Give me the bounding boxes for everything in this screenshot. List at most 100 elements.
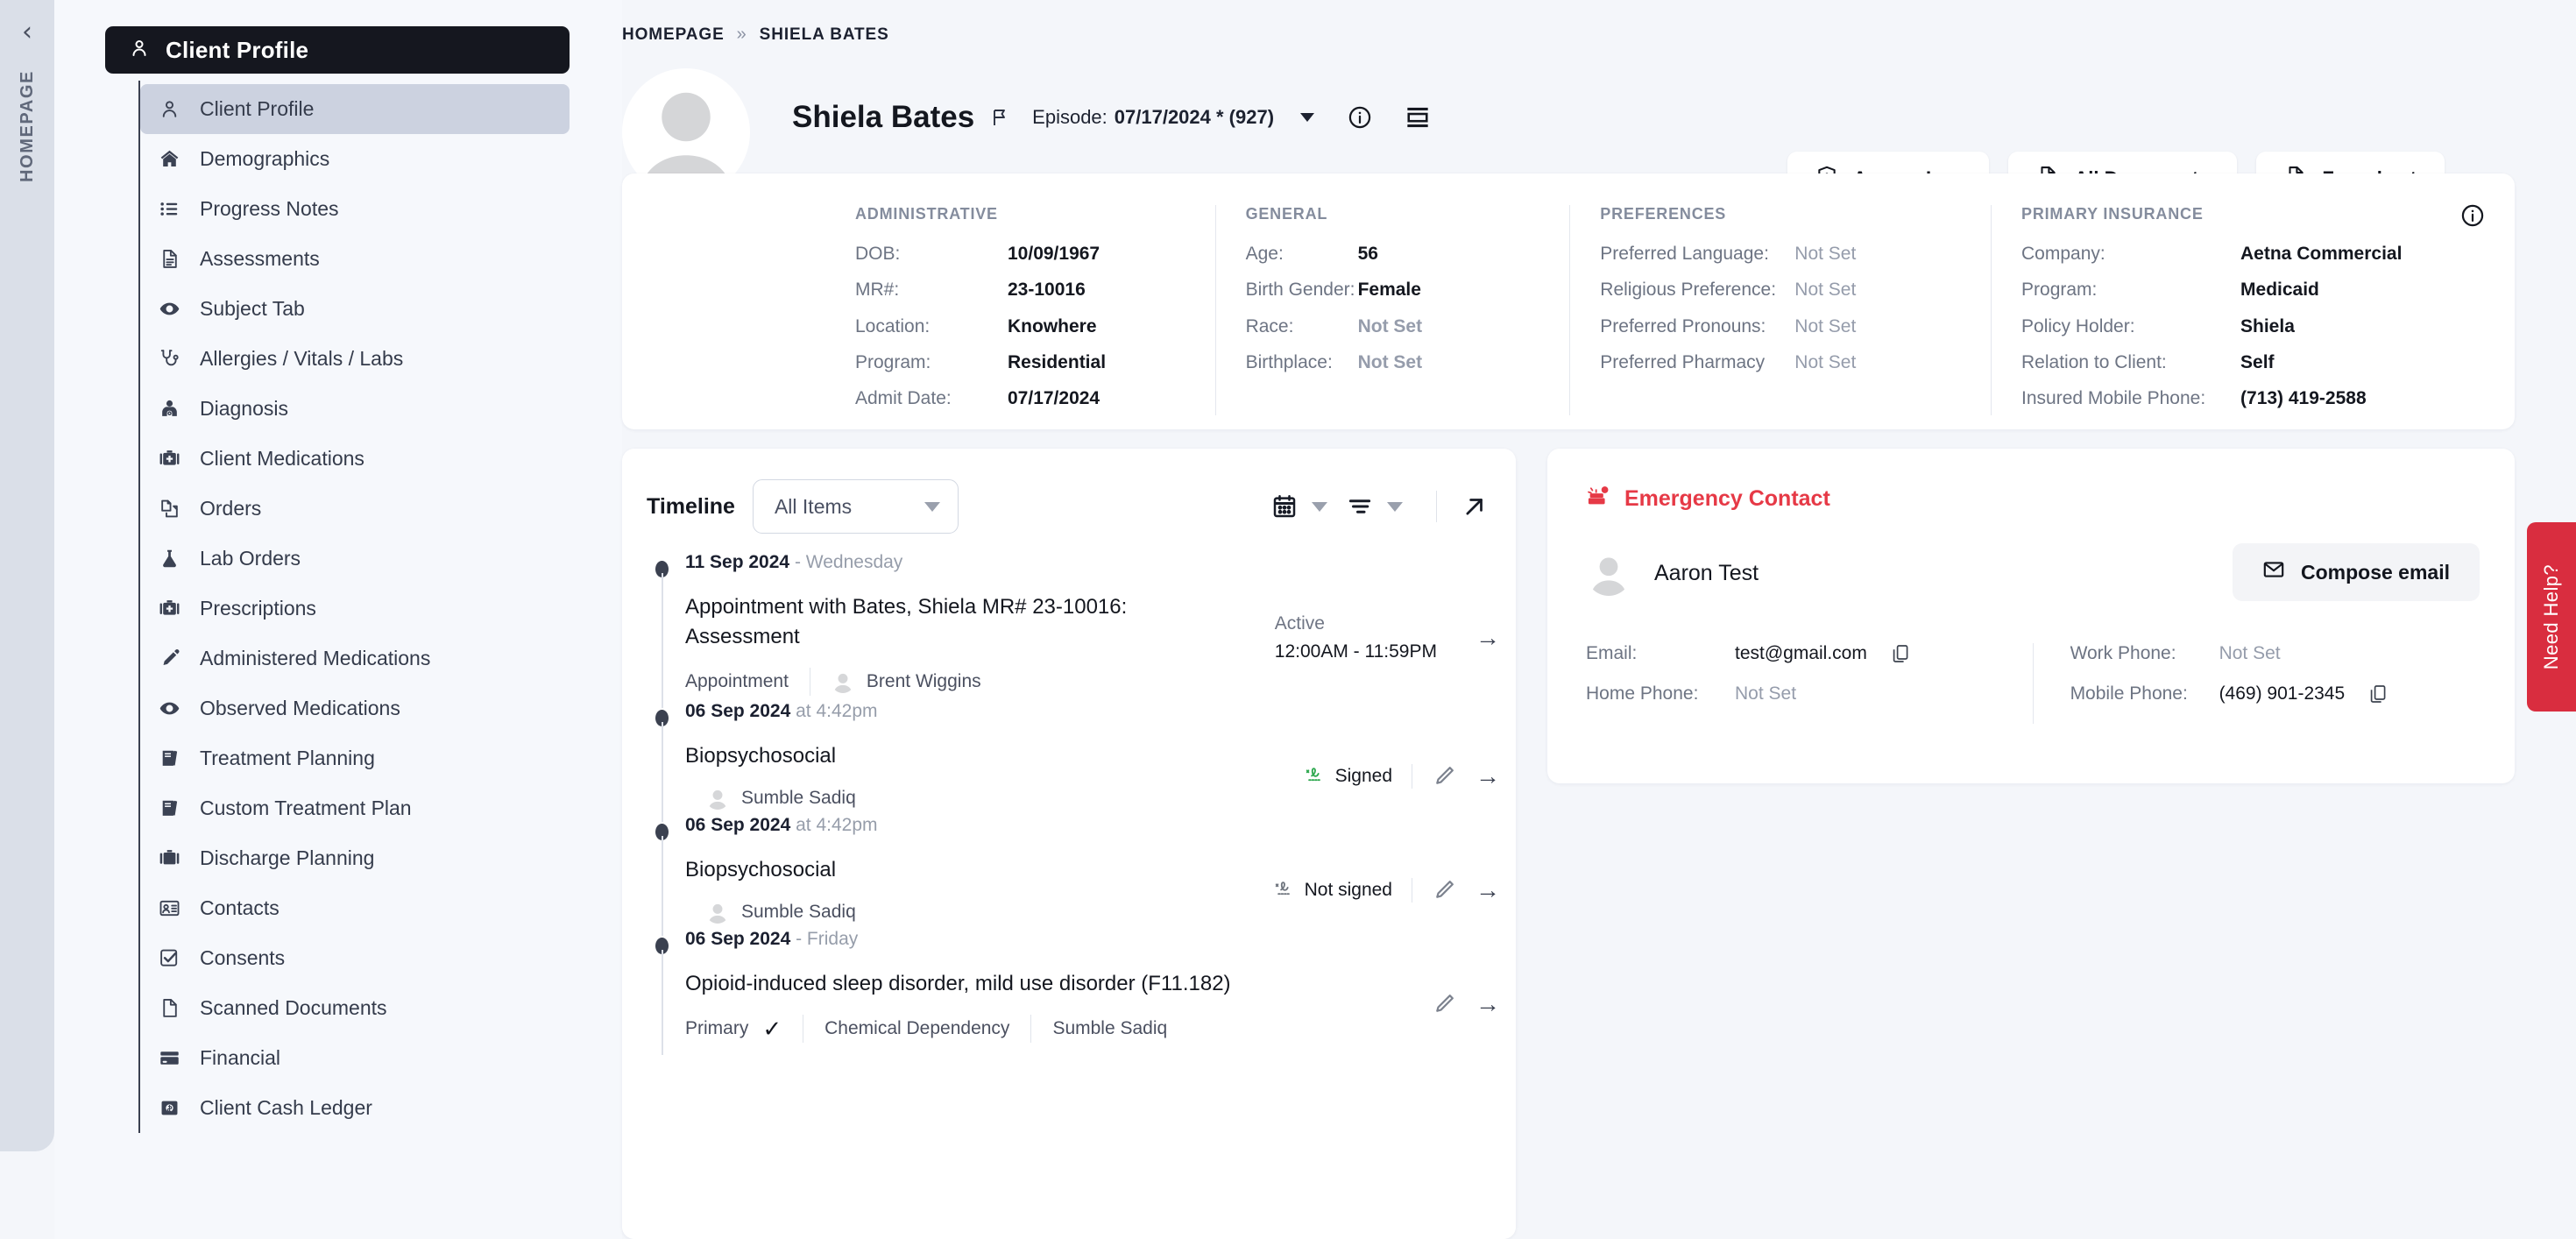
timeline-title: Timeline	[647, 493, 735, 519]
sidebar-item-financial[interactable]: Financial	[140, 1033, 570, 1083]
copy-icon[interactable]	[1890, 643, 1911, 664]
page-title: Shiela Bates	[792, 100, 975, 134]
sidebar-item-client-profile[interactable]: Client Profile	[140, 84, 570, 134]
timeline-person: Sumble Sadiq	[685, 787, 856, 811]
copy-documents-icon	[158, 498, 180, 520]
timeline-item[interactable]: 06 Sep 2024 at 4:42pm Biopsychosocial Sumb…	[647, 701, 1500, 823]
info-column-title: GENERAL	[1245, 205, 1328, 223]
sidebar-item-progress-notes[interactable]: Progress Notes	[140, 184, 570, 234]
flag-icon[interactable]	[990, 106, 1011, 129]
medical-bag-icon	[158, 598, 180, 620]
sidebar-item-label: Orders	[200, 497, 262, 520]
timeline-item[interactable]: 06 Sep 2024 at 4:42pm Biopsychosocial Sumb…	[647, 815, 1500, 937]
sidebar-item-scanned-documents[interactable]: Scanned Documents	[140, 983, 570, 1033]
syringe-icon	[158, 648, 180, 670]
sidebar-item-discharge-planning[interactable]: Discharge Planning	[140, 833, 570, 883]
info-row: Age: 56	[1246, 243, 1570, 266]
episode-value: 07/17/2024 * (927)	[1114, 106, 1275, 128]
need-help-tab[interactable]: Need Help?	[2527, 522, 2576, 712]
timeline-subject: Biopsychosocial	[685, 858, 837, 882]
sidebar-item-label: Observed Medications	[200, 697, 400, 719]
chevron-left-icon[interactable]: ‹	[22, 19, 32, 46]
episode-selector[interactable]: Episode: 07/17/2024 * (927)	[1032, 106, 1274, 129]
breadcrumb: HOMEPAGE » SHIELA BATES	[622, 25, 889, 45]
open-arrow-icon[interactable]: →	[1476, 876, 1500, 904]
sidebar-item-client-medications[interactable]: Client Medications	[140, 434, 570, 484]
sidebar-item-demographics[interactable]: Demographics	[140, 134, 570, 184]
book-icon	[158, 747, 180, 770]
info-value: 07/17/2024	[1008, 388, 1100, 408]
timeline-item[interactable]: 11 Sep 2024 - Wednesday Appointment with …	[647, 552, 1500, 709]
sidebar-item-diagnosis[interactable]: Diagnosis	[140, 384, 570, 434]
info-row: Race: Not Set	[1246, 315, 1570, 338]
need-help-label: Need Help?	[2540, 563, 2562, 670]
timeline-chip: Appointment	[685, 671, 789, 692]
timeline-main: Biopsychosocial Sumble Sadiq	[685, 855, 1273, 924]
sidebar-item-label: Diagnosis	[200, 397, 288, 420]
sidebar-item-allergies-vitals-labs[interactable]: Allergies / Vitals / Labs	[140, 334, 570, 384]
info-value: Not Set	[1794, 315, 1857, 336]
calendar-dropdown-caret-icon[interactable]	[1312, 501, 1327, 512]
filter-dropdown-caret-icon[interactable]	[1387, 501, 1403, 512]
info-column-title: PRIMARY INSURANCE	[2021, 205, 2204, 223]
sidebar-item-prescriptions[interactable]: Prescriptions	[140, 584, 570, 634]
sidebar-item-orders[interactable]: Orders	[140, 484, 570, 534]
sidebar-item-label: Financial	[200, 1046, 281, 1069]
calendar-icon[interactable]	[1266, 493, 1303, 520]
info-value: Knowhere	[1008, 315, 1097, 336]
copy-icon[interactable]	[2367, 683, 2388, 704]
home-icon	[158, 148, 180, 171]
caret-down-icon[interactable]	[1300, 113, 1315, 122]
rail-homepage-label[interactable]: HOMEPAGE	[18, 70, 38, 182]
info-key: Race:	[1245, 315, 1294, 336]
sidebar-item-client-cash-ledger[interactable]: Client Cash Ledger	[140, 1083, 570, 1133]
timeline-person: Brent Wiggins	[810, 670, 981, 694]
sidebar-item-lab-orders[interactable]: Lab Orders	[140, 534, 570, 584]
open-arrow-icon[interactable]: →	[1476, 762, 1500, 790]
sidebar-item-consents[interactable]: Consents	[140, 933, 570, 983]
info-row: Preferred Language: Not Set	[1600, 243, 1991, 266]
breadcrumb-home[interactable]: HOMEPAGE	[622, 25, 725, 45]
id-card-icon	[158, 897, 180, 920]
info-circle-icon[interactable]	[1348, 105, 1372, 130]
expand-arrow-icon[interactable]	[1456, 493, 1493, 520]
medical-bag-icon	[158, 448, 180, 471]
sidebar-item-treatment-planning[interactable]: Treatment Planning	[140, 733, 570, 783]
edit-pencil-icon[interactable]	[1412, 992, 1456, 1016]
insurance-info-icon[interactable]	[2460, 203, 2485, 232]
sidebar-item-observed-medications[interactable]: Observed Medications	[140, 683, 570, 733]
edit-pencil-icon[interactable]	[1412, 878, 1456, 903]
timeline-filter-select[interactable]: All Items	[752, 479, 959, 534]
info-value: 56	[1357, 244, 1378, 264]
info-row: DOB: 10/09/1967	[855, 243, 1215, 266]
sidebar-item-assessments[interactable]: Assessments	[140, 234, 570, 284]
timeline-actions: Not signed →	[1273, 855, 1500, 904]
info-value: Medicaid	[2240, 280, 2319, 301]
info-column-general: GENERAL Age: 56 Birth Gender: Female Race: Not…	[1214, 205, 1570, 415]
signature-icon	[1304, 762, 1327, 790]
info-key: Religious Preference:	[1600, 280, 1777, 301]
edit-pencil-icon[interactable]	[1412, 764, 1456, 789]
info-column-preferences: PREFERENCES Preferred Language: Not Set Rel…	[1569, 205, 1991, 415]
sidebar-item-custom-treatment-plan[interactable]: Custom Treatment Plan	[140, 783, 570, 833]
timeline-item[interactable]: 06 Sep 2024 - Friday Opioid-induced sleep…	[647, 929, 1500, 1056]
open-arrow-icon[interactable]: →	[1476, 990, 1500, 1018]
timeline-date-suffix: at 4:42pm	[796, 815, 878, 836]
sidebar-item-subject-tab[interactable]: Subject Tab	[140, 284, 570, 334]
sidebar-header[interactable]: Client Profile	[105, 26, 570, 74]
info-value: Residential	[1008, 351, 1107, 372]
layout-icon[interactable]	[1405, 105, 1430, 130]
contact-row: Home Phone: Not Set	[1586, 683, 2033, 704]
filter-lines-icon[interactable]	[1341, 493, 1378, 520]
info-key: Preferred Pronouns:	[1600, 315, 1766, 336]
open-arrow-icon[interactable]: →	[1476, 624, 1500, 652]
timeline-card: Timeline All Items 11 Sep 2024 - Wednesd…	[622, 449, 1516, 1239]
info-value: 10/09/1967	[1008, 244, 1100, 264]
compose-email-button[interactable]: Compose email	[2233, 543, 2480, 601]
timeline-main: Opioid-induced sleep disorder, mild use …	[685, 969, 1393, 1044]
info-key: Relation to Client:	[2021, 351, 2167, 372]
timeline-subject: Opioid-induced sleep disorder, mild use …	[685, 972, 1231, 996]
sidebar-item-administered-medications[interactable]: Administered Medications	[140, 634, 570, 683]
sidebar-item-contacts[interactable]: Contacts	[140, 883, 570, 933]
sidebar-item-label: Contacts	[200, 896, 280, 919]
